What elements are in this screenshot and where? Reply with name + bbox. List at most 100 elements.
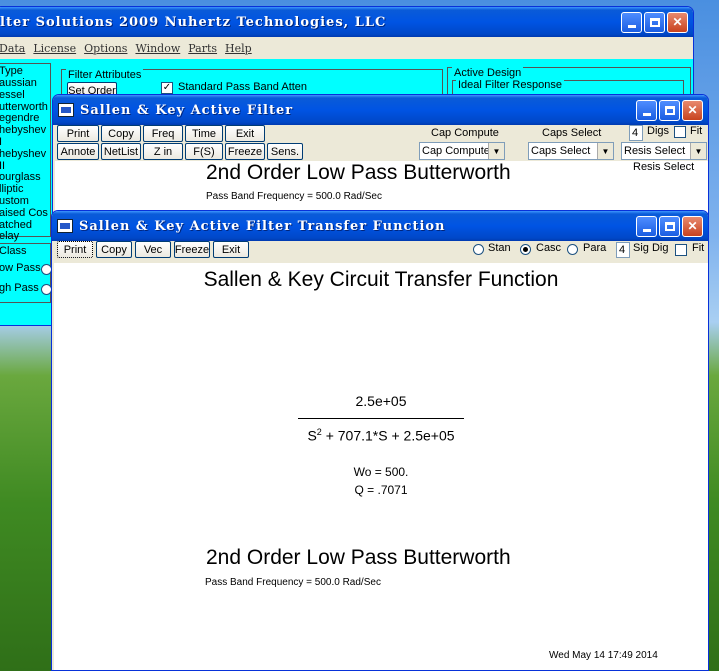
menu-options[interactable]: Options <box>84 42 127 55</box>
denominator-s: S <box>307 427 317 444</box>
active-design-label: Active Design <box>452 67 524 79</box>
standard-pass-band-label: Standard Pass Band Atten <box>178 81 308 93</box>
mid-freq-button[interactable]: Freq <box>143 125 183 142</box>
transfer-function-heading: Sallen & Key Circuit Transfer Function <box>203 268 559 291</box>
front-maximize-button[interactable] <box>659 215 680 237</box>
sig-dig-input[interactable]: 4 <box>616 242 630 258</box>
chevron-down-icon: ▼ <box>690 143 706 159</box>
minimize-icon <box>627 25 636 28</box>
front-title-bar[interactable]: Sallen & Key Active Filter Transfer Func… <box>52 211 708 241</box>
mid-netlist-button[interactable]: NetList <box>101 143 141 160</box>
timestamp: Wed May 14 17:49 2014 <box>549 650 658 661</box>
casc-radio[interactable] <box>520 244 531 255</box>
class-group: Class ow Pass gh Pass <box>0 243 52 303</box>
class-low-pass[interactable]: ow Pass <box>0 262 41 274</box>
type-chebyshev-2[interactable]: hebyshev II <box>0 148 50 173</box>
mid-sens-button[interactable]: Sens. <box>267 143 303 160</box>
fit-checkbox[interactable] <box>674 126 686 138</box>
menu-data[interactable]: Data <box>0 42 25 55</box>
mid-toolbar: Print Copy Freq Time Exit Annote NetList… <box>53 125 708 161</box>
casc-label: Casc <box>536 242 562 254</box>
close-icon: ✕ <box>687 219 698 233</box>
minimize-icon <box>642 113 651 116</box>
resis-select-dropdown[interactable]: Resis Select ▼ <box>621 142 707 160</box>
front-toolbar: Print Copy Vec Freeze Exit Stan Casc Par… <box>52 241 708 261</box>
minimize-button[interactable] <box>621 11 642 33</box>
mid-exit-button[interactable]: Exit <box>225 125 265 142</box>
mid-freeze-button[interactable]: Freeze <box>225 143 265 160</box>
standard-pass-band-checkbox[interactable]: ✓ <box>161 82 173 94</box>
numerator: 2.5e+05 <box>355 393 407 409</box>
sig-dig-label: Sig Dig <box>633 242 669 254</box>
sallen-key-active-filter-window: Sallen & Key Active Filter ✕ Print Copy … <box>52 94 709 224</box>
type-bessel[interactable]: essel <box>0 89 50 102</box>
window-app-icon <box>57 219 73 233</box>
menu-parts[interactable]: Parts <box>188 42 217 55</box>
mid-annote-button[interactable]: Annote <box>57 143 99 160</box>
digs-input[interactable]: 4 <box>629 125 643 141</box>
front-freeze-button[interactable]: Freeze <box>174 241 210 258</box>
mid-zin-button[interactable]: Z in <box>143 143 183 160</box>
resis-select-label: Resis Select <box>633 161 695 173</box>
mid-minimize-button[interactable] <box>636 99 657 121</box>
main-title-bar[interactable]: lter Solutions 2009 Nuhertz Technologies… <box>0 7 693 37</box>
front-close-button[interactable]: ✕ <box>682 215 703 237</box>
mid-time-button[interactable]: Time <box>185 125 223 142</box>
front-subheading-2: Pass Band Frequency = 500.0 Rad/Sec <box>205 577 381 588</box>
class-high-pass[interactable]: gh Pass <box>0 282 39 294</box>
mid-title-bar[interactable]: Sallen & Key Active Filter ✕ <box>53 95 708 125</box>
front-print-button[interactable]: Print <box>57 241 93 258</box>
type-raised-cos[interactable]: aised Cos <box>0 207 50 220</box>
front-minimize-button[interactable] <box>636 215 657 237</box>
menu-license[interactable]: License <box>33 42 76 55</box>
denominator: S2 + 707.1*S + 2.5e+05 <box>298 427 464 444</box>
denominator-rest: + 707.1*S + 2.5e+05 <box>321 427 455 444</box>
mid-heading: 2nd Order Low Pass Butterworth <box>206 161 511 184</box>
mid-window-title: Sallen & Key Active Filter <box>80 102 294 118</box>
ideal-response-label: Ideal Filter Response <box>456 79 564 91</box>
stan-radio[interactable] <box>473 244 484 255</box>
type-group: Type aussian essel utterworth egendre he… <box>0 63 51 242</box>
transfer-function-window: Sallen & Key Active Filter Transfer Func… <box>51 210 709 671</box>
wo-value: Wo = 500. <box>353 465 409 479</box>
close-icon: ✕ <box>672 15 683 29</box>
menu-help[interactable]: Help <box>225 42 252 55</box>
front-exit-button[interactable]: Exit <box>213 241 249 258</box>
front-fit-checkbox[interactable] <box>675 244 687 256</box>
filter-attributes-label: Filter Attributes <box>66 69 144 81</box>
chevron-down-icon: ▼ <box>488 143 504 159</box>
mid-copy-button[interactable]: Copy <box>101 125 141 142</box>
para-radio[interactable] <box>567 244 578 255</box>
front-vec-button[interactable]: Vec <box>135 241 171 258</box>
resis-select-value: Resis Select <box>624 145 686 157</box>
main-window-title: lter Solutions 2009 Nuhertz Technologies… <box>0 14 387 30</box>
digs-label: Digs <box>647 125 670 137</box>
stan-label: Stan <box>488 242 511 254</box>
mid-maximize-button[interactable] <box>659 99 680 121</box>
front-plot-area: Sallen & Key Circuit Transfer Function 2… <box>54 263 708 670</box>
cap-compute-value: Cap Compute <box>422 145 490 157</box>
type-chebyshev-1[interactable]: hebyshev I <box>0 124 50 149</box>
front-copy-button[interactable]: Copy <box>96 241 132 258</box>
front-heading-2: 2nd Order Low Pass Butterworth <box>206 546 511 569</box>
mid-subheading: Pass Band Frequency = 500.0 Rad/Sec <box>206 191 382 202</box>
fit-label: Fit <box>690 125 703 137</box>
cap-compute-select[interactable]: Cap Compute ▼ <box>419 142 505 160</box>
minimize-icon <box>642 229 651 232</box>
mid-close-button[interactable]: ✕ <box>682 99 703 121</box>
window-app-icon <box>58 103 74 117</box>
fraction-bar <box>298 418 464 419</box>
front-window-title: Sallen & Key Active Filter Transfer Func… <box>79 218 446 234</box>
type-custom[interactable]: ustom <box>0 195 50 208</box>
close-button[interactable]: ✕ <box>667 11 688 33</box>
menu-window[interactable]: Window <box>135 42 180 55</box>
type-list: aussian essel utterworth egendre hebyshe… <box>0 77 50 243</box>
caps-select-dropdown[interactable]: Caps Select ▼ <box>528 142 614 160</box>
para-label: Para <box>583 242 607 254</box>
type-delay[interactable]: elay <box>0 231 50 243</box>
front-fit-label: Fit <box>692 242 705 254</box>
mid-fs-button[interactable]: F(S) <box>185 143 223 160</box>
mid-print-button[interactable]: Print <box>57 125 99 142</box>
maximize-button[interactable] <box>644 11 665 33</box>
maximize-icon <box>664 221 675 231</box>
